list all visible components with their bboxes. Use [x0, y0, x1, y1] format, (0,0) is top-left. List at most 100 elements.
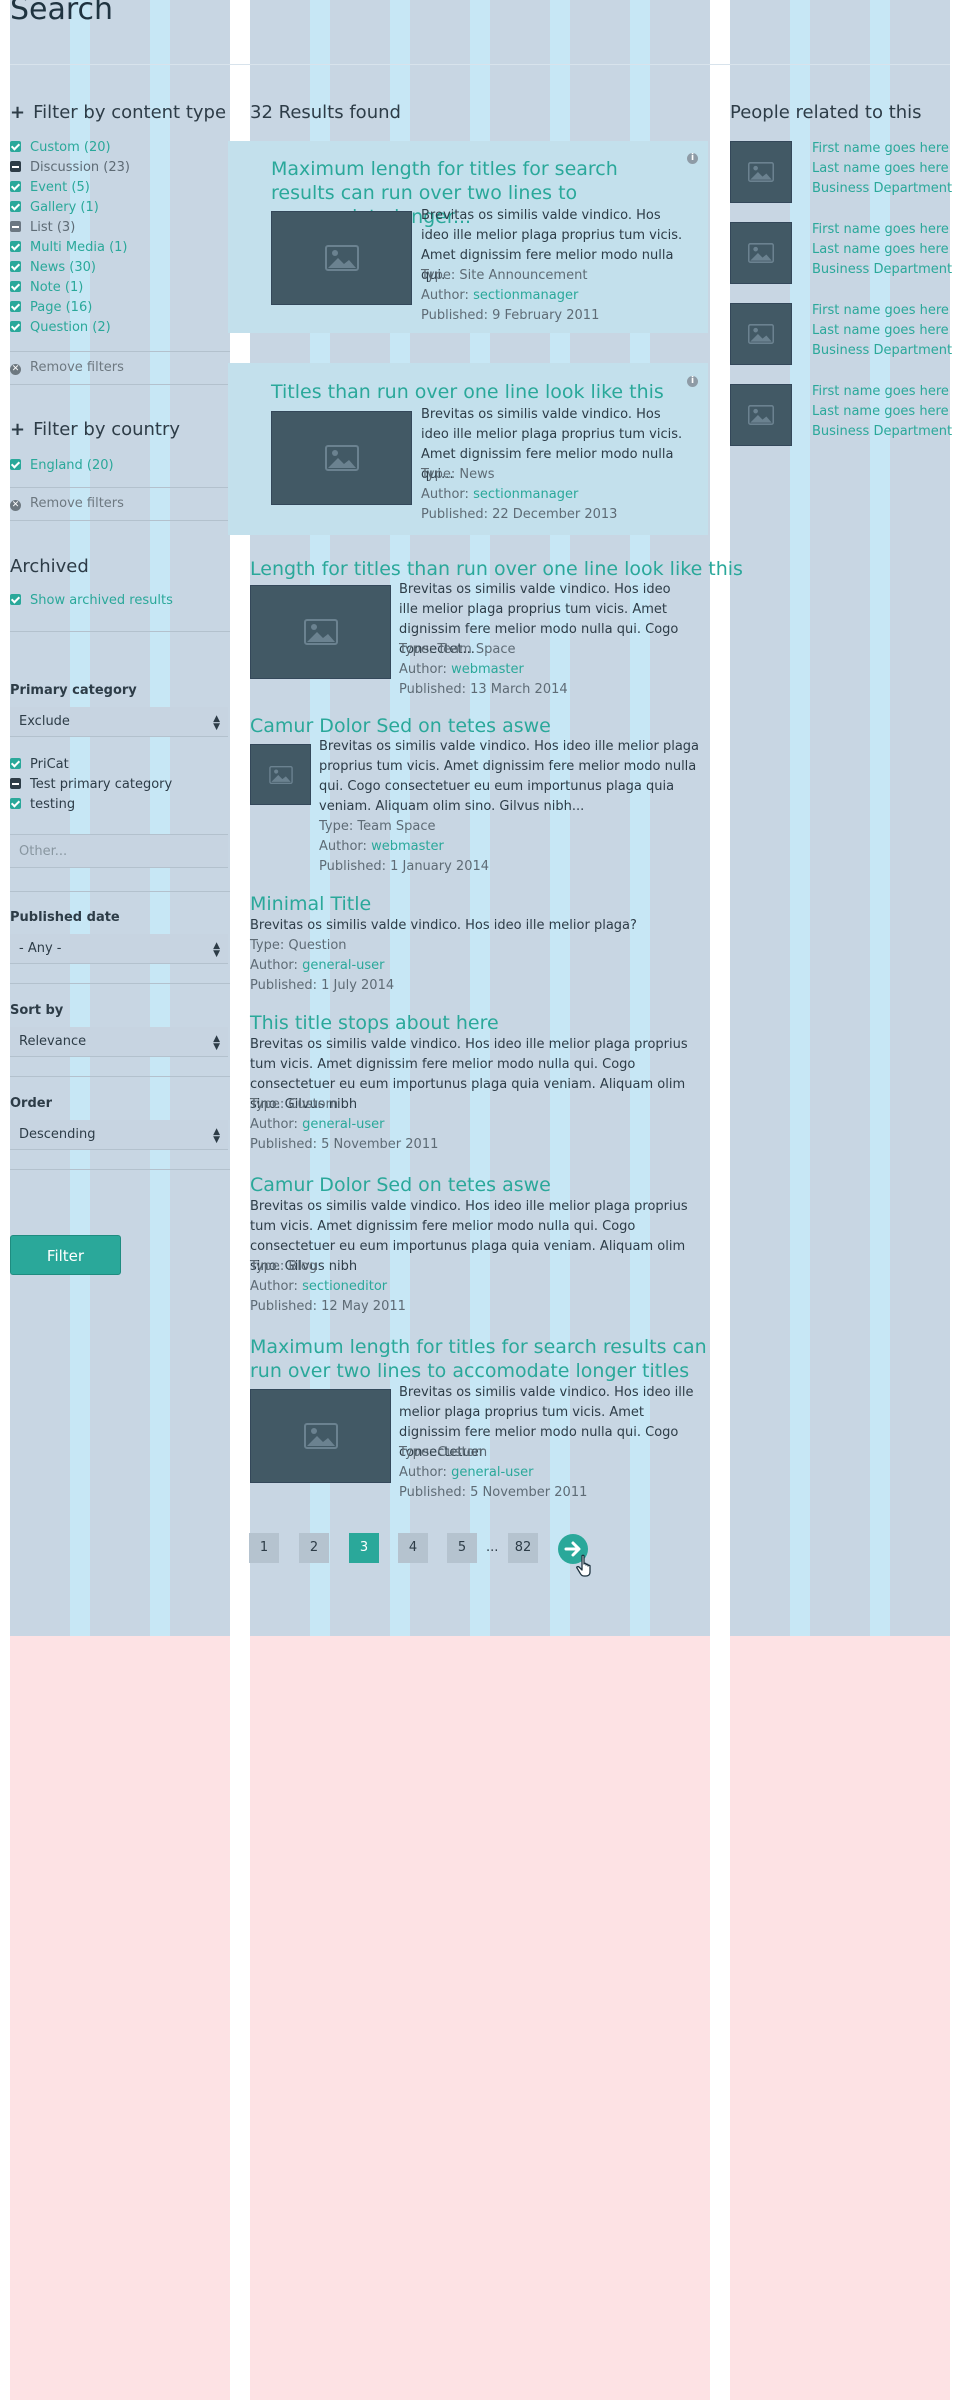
person-info: First name goes here Last name goes here… — [812, 301, 952, 361]
person-first-name[interactable]: First name goes here — [812, 382, 952, 402]
content-type-option[interactable]: Gallery (1) — [10, 198, 230, 218]
result-title[interactable]: Maximum length for titles for search res… — [250, 1335, 714, 1383]
result-author: Author: sectionmanager — [421, 288, 579, 303]
avatar[interactable] — [730, 141, 792, 203]
author-link[interactable]: general-user — [302, 1117, 384, 1132]
avatar[interactable] — [730, 222, 792, 284]
page-link-1[interactable]: 1 — [249, 1533, 279, 1563]
checkbox-checked-icon — [10, 321, 21, 332]
author-link[interactable]: sectionmanager — [473, 487, 578, 502]
select-arrows-icon: ▲ ▼ — [213, 1034, 220, 1052]
result-author: Author: general-user — [250, 1117, 385, 1132]
result-author: Author: sectionmanager — [421, 487, 579, 502]
page-link-4[interactable]: 4 — [398, 1533, 428, 1563]
content-type-option[interactable]: Question (2) — [10, 318, 230, 338]
person-last-name[interactable]: Last name goes here — [812, 240, 952, 260]
author-link[interactable]: sectionmanager — [473, 288, 578, 303]
content-type-option-label: Discussion (23) — [30, 160, 130, 175]
result-title[interactable]: Camur Dolor Sed on tetes aswe — [250, 1173, 710, 1197]
primary-category-heading: Primary category — [10, 683, 137, 698]
person-department[interactable]: Business Department — [812, 341, 952, 361]
primary-category-select[interactable]: Exclude ▲ ▼ — [10, 707, 228, 737]
person-last-name[interactable]: Last name goes here — [812, 159, 952, 179]
filter-button[interactable]: Filter — [10, 1235, 121, 1275]
content-type-option[interactable]: Discussion (23) — [10, 158, 230, 178]
content-type-option-label: List (3) — [30, 220, 76, 235]
page-link-last[interactable]: 82 — [508, 1533, 538, 1563]
result-thumbnail[interactable] — [271, 411, 412, 505]
result-snippet: Brevitas os similis valde vindico. Hos i… — [250, 1199, 688, 1274]
author-link[interactable]: sectioneditor — [302, 1279, 387, 1294]
content-type-option[interactable]: Multi Media (1) — [10, 238, 230, 258]
remove-country-filters[interactable]: ✕ Remove filters — [10, 487, 230, 521]
result-snippet: Brevitas os similis valde vindico. Hos i… — [319, 739, 700, 814]
info-icon[interactable]: i — [687, 153, 698, 164]
image-placeholder-icon — [748, 162, 774, 182]
image-placeholder-icon — [324, 245, 359, 271]
country-filter-heading[interactable]: + Filter by country — [10, 419, 180, 440]
primary-category-option[interactable]: PriCat — [10, 755, 230, 775]
result-title[interactable]: Camur Dolor Sed on tetes aswe — [250, 714, 710, 738]
info-icon[interactable]: i — [687, 376, 698, 387]
page-link-5[interactable]: 5 — [447, 1533, 477, 1563]
country-option-label: England (20) — [30, 458, 114, 473]
avatar[interactable] — [730, 303, 792, 365]
result-thumbnail[interactable] — [250, 744, 311, 805]
content-type-option[interactable]: Custom (20) — [10, 138, 230, 158]
result-author: Author: general-user — [250, 958, 385, 973]
author-link[interactable]: general-user — [451, 1465, 533, 1480]
country-option[interactable]: England (20) — [10, 456, 230, 476]
image-placeholder-icon — [324, 445, 359, 471]
content-type-option[interactable]: List (3) — [10, 218, 230, 238]
page-link-2[interactable]: 2 — [299, 1533, 329, 1563]
content-type-option-label: Note (1) — [30, 280, 84, 295]
result-title[interactable]: Length for titles than run over one line… — [250, 557, 743, 581]
content-type-option[interactable]: News (30) — [10, 258, 230, 278]
primary-category-option[interactable]: Test primary category — [10, 775, 230, 795]
show-archived-checkbox[interactable]: Show archived results — [10, 591, 230, 611]
content-type-option-label: Multi Media (1) — [30, 240, 128, 255]
person-info: First name goes here Last name goes here… — [812, 382, 952, 442]
result-title[interactable]: This title stops about here — [250, 1011, 710, 1035]
person-first-name[interactable]: First name goes here — [812, 139, 952, 159]
person-first-name[interactable]: First name goes here — [812, 220, 952, 240]
result-published: Published: 1 January 2014 — [319, 859, 490, 874]
result-published: Published: 13 March 2014 — [399, 682, 568, 697]
content-type-option[interactable]: Event (5) — [10, 178, 230, 198]
person-first-name[interactable]: First name goes here — [812, 301, 952, 321]
primary-category-option[interactable]: testing — [10, 795, 230, 815]
result-title[interactable]: Minimal Title — [250, 892, 710, 916]
remove-content-type-filters[interactable]: ✕ Remove filters — [10, 351, 230, 385]
result-type: Type: Team Space — [319, 819, 436, 834]
checkbox-checked-icon — [10, 201, 21, 212]
result-type: Type: Custom — [399, 1445, 488, 1460]
avatar[interactable] — [730, 384, 792, 446]
content-type-option[interactable]: Page (16) — [10, 298, 230, 318]
person-department[interactable]: Business Department — [812, 260, 952, 280]
page-link-3-current[interactable]: 3 — [349, 1533, 379, 1563]
person-department[interactable]: Business Department — [812, 179, 952, 199]
content-type-option[interactable]: Note (1) — [10, 278, 230, 298]
result-published: Published: 22 December 2013 — [421, 507, 618, 522]
results-count: 32 Results found — [250, 102, 401, 123]
person-department[interactable]: Business Department — [812, 422, 952, 442]
content-type-filter-heading[interactable]: + Filter by content type — [10, 102, 226, 123]
person-last-name[interactable]: Last name goes here — [812, 321, 952, 341]
order-select[interactable]: Descending ▲ ▼ — [10, 1120, 228, 1150]
sort-by-select[interactable]: Relevance ▲ ▼ — [10, 1027, 228, 1057]
checkbox-checked-icon — [10, 301, 21, 312]
result-thumbnail[interactable] — [250, 585, 391, 679]
published-date-heading: Published date — [10, 910, 120, 925]
result-author: Author: general-user — [399, 1465, 534, 1480]
author-link[interactable]: webmaster — [371, 839, 444, 854]
result-author: Author: webmaster — [319, 839, 444, 854]
result-thumbnail[interactable] — [250, 1389, 391, 1483]
image-placeholder-icon — [268, 765, 293, 784]
result-thumbnail[interactable] — [271, 211, 412, 305]
published-date-select[interactable]: - Any - ▲ ▼ — [10, 934, 228, 964]
author-link[interactable]: general-user — [302, 958, 384, 973]
author-link[interactable]: webmaster — [451, 662, 524, 677]
other-category-input[interactable]: Other... — [10, 834, 228, 868]
person-last-name[interactable]: Last name goes here — [812, 402, 952, 422]
close-circle-icon: ✕ — [10, 500, 21, 511]
